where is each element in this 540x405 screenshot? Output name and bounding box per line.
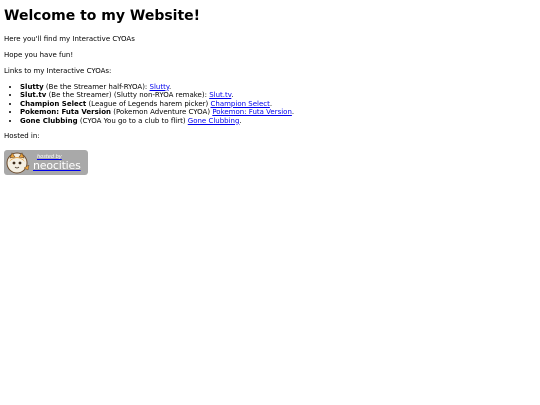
- cyoa-description: (CYOA You go to a club to flirt): [77, 116, 188, 125]
- list-item: Pokemon: Futa Version (Pokemon Adventure…: [20, 108, 536, 117]
- cyoa-name: Pokemon: Futa Version: [20, 108, 111, 117]
- neocities-cat-logo-icon: [6, 151, 30, 174]
- cyoa-list: Slutty (Be the Streamer half-RYOA): Slut…: [4, 83, 536, 126]
- cyoa-link-gone-clubbing[interactable]: Gone Clubbing: [188, 117, 240, 125]
- neocities-badge[interactable]: hosted by neocities: [4, 150, 88, 176]
- greeting-text: Hope you have fun!: [4, 51, 74, 60]
- punctuation: .: [269, 99, 273, 108]
- page: Welcome to my Website! Here you'll find …: [0, 0, 540, 405]
- badge-text: hosted by neocities: [33, 154, 81, 172]
- punctuation: .: [231, 91, 234, 100]
- cyoa-name: Slutty: [20, 82, 44, 91]
- punctuation: .: [291, 108, 295, 117]
- cyoa-description: (Pokemon Adventure CYOA): [111, 108, 213, 117]
- cyoa-name: Slut.tv: [20, 91, 47, 100]
- links-heading: Links to my Interactive CYOAs:: [4, 66, 112, 75]
- page-title: Welcome to my Website!: [4, 8, 201, 24]
- list-item: Gone Clubbing (CYOA You go to a club to …: [20, 117, 536, 126]
- cyoa-description: (Be the Streamer half-RYOA):: [43, 82, 150, 91]
- list-item: Slut.tv (Be the Streamer) (Slutty non-RY…: [20, 91, 536, 100]
- cyoa-description: (Be the Streamer) (Slutty non-RYOA remak…: [46, 91, 210, 100]
- punctuation: .: [168, 82, 172, 91]
- badge-big-text: neocities: [33, 158, 81, 172]
- punctuation: .: [239, 116, 242, 125]
- cyoa-name: Gone Clubbing: [20, 116, 78, 125]
- list-item: Champion Select (League of Legends harem…: [20, 100, 536, 109]
- cyoa-name: Champion Select: [20, 99, 87, 108]
- cyoa-link-pokemon-futa-version[interactable]: Pokemon: Futa Version: [212, 108, 292, 116]
- cyoa-description: (League of Legends harem picker): [86, 99, 211, 108]
- list-item: Slutty (Be the Streamer half-RYOA): Slut…: [20, 83, 536, 92]
- cyoa-link-champion-select[interactable]: Champion Select: [211, 100, 270, 108]
- intro-text: Here you'll find my Interactive CYOAs: [4, 35, 135, 44]
- cyoa-link-slutty[interactable]: Slutty: [150, 83, 169, 91]
- cyoa-link-slut-tv[interactable]: Slut.tv: [209, 91, 231, 99]
- hosted-in-label: Hosted in:: [4, 132, 40, 141]
